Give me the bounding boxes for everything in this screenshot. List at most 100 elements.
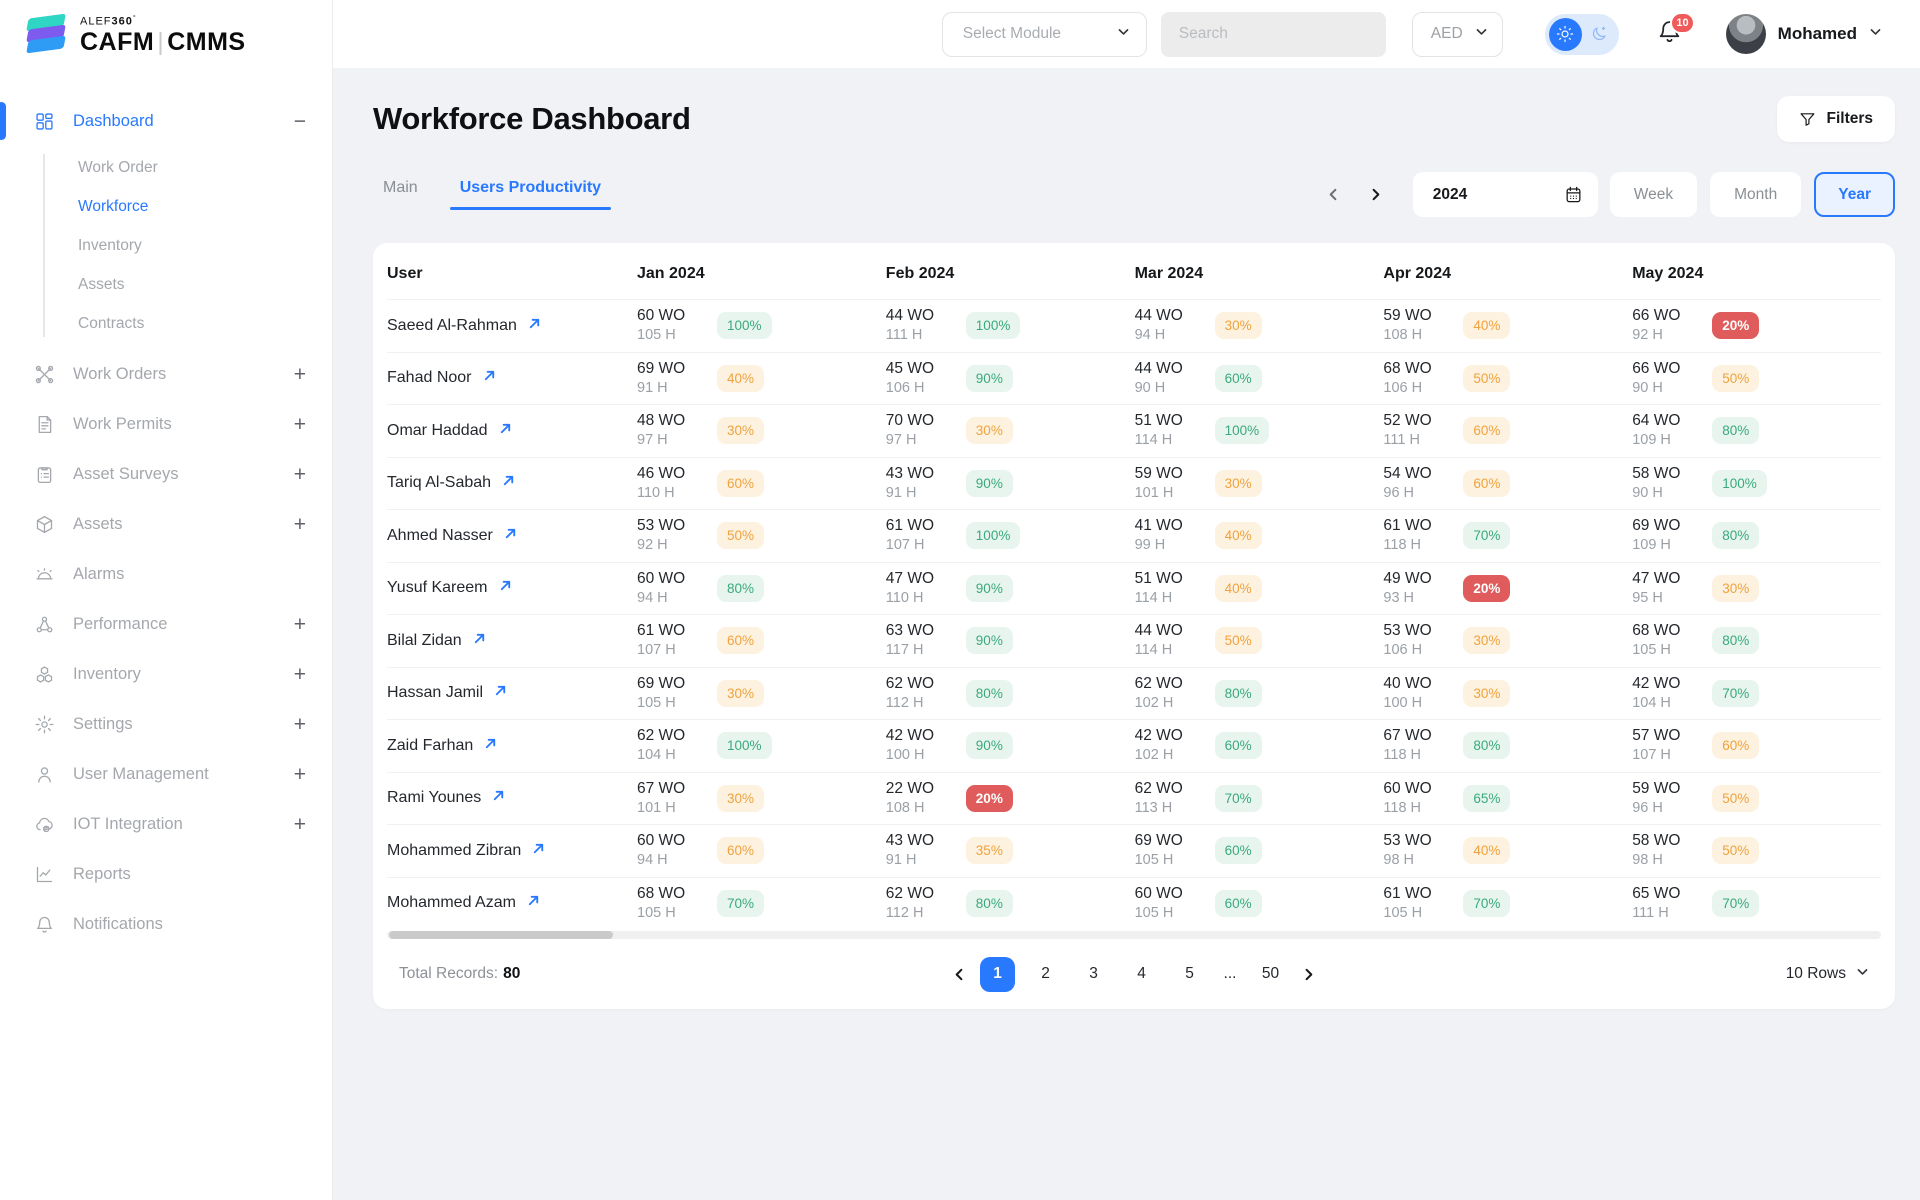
sidebar-item-work-orders[interactable]: Work Orders+: [0, 349, 332, 399]
work-orders-count: 62 WO: [637, 726, 701, 746]
external-link-arrow-icon: [493, 683, 508, 703]
sidebar-item-asset-surveys[interactable]: Asset Surveys +: [0, 449, 332, 499]
user-name: Tariq Al-Sabah: [387, 474, 491, 492]
collapse-minus-icon[interactable]: −: [294, 111, 306, 132]
expand-plus-icon[interactable]: +: [294, 764, 306, 785]
clipboard-icon: [33, 463, 55, 485]
previous-period-button[interactable]: [1319, 180, 1349, 210]
expand-plus-icon[interactable]: +: [294, 464, 306, 485]
expand-plus-icon[interactable]: +: [294, 714, 306, 735]
hours-count: 92 H: [637, 536, 701, 555]
sidebar-item-iot-integration[interactable]: IOT Integration+: [0, 799, 332, 849]
month-cell: 60 WO118 H65%: [1383, 779, 1632, 818]
productivity-badge: 30%: [1463, 680, 1510, 707]
theme-toggle[interactable]: [1545, 14, 1619, 55]
month-button[interactable]: Month: [1710, 172, 1801, 217]
productivity-badge: 80%: [717, 575, 764, 602]
sidebar-subitem-contracts[interactable]: Contracts: [78, 304, 332, 343]
sidebar-item-label: Assets: [73, 515, 276, 534]
notifications-bell-icon[interactable]: 10: [1657, 19, 1682, 49]
user-link-rami-younes[interactable]: Rami Younes: [387, 788, 637, 808]
table-row: Tariq Al-Sabah46 WO110 H60%43 WO91 H90%5…: [387, 457, 1881, 510]
work-orders-count: 69 WO: [637, 674, 701, 694]
year-button[interactable]: Year: [1814, 172, 1895, 217]
page-1-button[interactable]: 1: [980, 957, 1015, 992]
sidebar-item-label: Asset Surveys: [73, 465, 276, 484]
previous-page-button[interactable]: [952, 967, 967, 982]
dark-mode-moon-icon[interactable]: [1584, 19, 1614, 49]
external-link-arrow-icon: [498, 578, 513, 598]
page-3-button[interactable]: 3: [1076, 957, 1111, 992]
user-link-tariq-al-sabah[interactable]: Tariq Al-Sabah: [387, 473, 637, 493]
sidebar-item-work-permits[interactable]: Work Permits+: [0, 399, 332, 449]
sidebar-item-inventory[interactable]: Inventory+: [0, 649, 332, 699]
user-link-bilal-zidan[interactable]: Bilal Zidan: [387, 631, 637, 651]
sidebar-item-dashboard[interactable]: Dashboard−: [0, 96, 332, 146]
month-cell: 58 WO98 H50%: [1632, 831, 1881, 870]
scrollbar-thumb[interactable]: [389, 931, 613, 939]
column-header-apr-2024: Apr 2024: [1383, 265, 1632, 283]
tab-main[interactable]: Main: [383, 179, 418, 210]
hours-count: 105 H: [1135, 904, 1199, 923]
module-select-value: Select Module: [963, 25, 1061, 43]
week-button[interactable]: Week: [1610, 172, 1697, 217]
light-mode-sun-icon[interactable]: [1549, 18, 1582, 51]
page-50-button[interactable]: 50: [1253, 957, 1288, 992]
sidebar-item-performance[interactable]: Performance+: [0, 599, 332, 649]
sidebar-item-reports[interactable]: Reports: [0, 849, 332, 899]
hours-count: 111 H: [1383, 431, 1447, 450]
sidebar-item-notifications[interactable]: Notifications: [0, 899, 332, 949]
expand-plus-icon[interactable]: +: [294, 614, 306, 635]
user-link-omar-haddad[interactable]: Omar Haddad: [387, 421, 637, 441]
module-select-dropdown[interactable]: Select Module: [942, 12, 1147, 57]
user-link-ahmed-nasser[interactable]: Ahmed Nasser: [387, 526, 637, 546]
user-name: Mohammed Zibran: [387, 842, 521, 860]
productivity-badge: 20%: [1463, 575, 1510, 602]
brand-logo[interactable]: ALEF360° CAFM|CMMS: [0, 0, 332, 66]
hours-count: 102 H: [1135, 746, 1199, 765]
work-orders-count: 53 WO: [637, 516, 701, 536]
user-link-fahad-noor[interactable]: Fahad Noor: [387, 368, 637, 388]
sidebar-subitem-work-order[interactable]: Work Order: [78, 148, 332, 187]
next-page-button[interactable]: [1301, 967, 1316, 982]
hours-count: 90 H: [1135, 379, 1199, 398]
rows-per-page-dropdown[interactable]: 10 Rows: [1786, 965, 1869, 983]
page-4-button[interactable]: 4: [1124, 957, 1159, 992]
productivity-badge: 80%: [1712, 627, 1759, 654]
year-picker[interactable]: 2024: [1413, 172, 1598, 217]
sidebar-subitem-workforce[interactable]: Workforce: [78, 187, 332, 226]
gear-icon: [33, 713, 55, 735]
page-5-button[interactable]: 5: [1172, 957, 1207, 992]
user-link-mohammed-azam[interactable]: Mohammed Azam: [387, 893, 637, 913]
sidebar-item-label: Alarms: [73, 565, 306, 584]
user-menu[interactable]: Mohamed: [1726, 14, 1882, 54]
tab-users-productivity[interactable]: Users Productivity: [460, 179, 601, 210]
page-2-button[interactable]: 2: [1028, 957, 1063, 992]
expand-plus-icon[interactable]: +: [294, 414, 306, 435]
work-orders-count: 69 WO: [1632, 516, 1696, 536]
expand-plus-icon[interactable]: +: [294, 664, 306, 685]
sidebar-subitem-assets[interactable]: Assets: [78, 265, 332, 304]
sidebar-item-user-management[interactable]: User Management+: [0, 749, 332, 799]
work-orders-count: 58 WO: [1632, 464, 1696, 484]
expand-plus-icon[interactable]: +: [294, 364, 306, 385]
table-body: Saeed Al-Rahman60 WO105 H100%44 WO111 H1…: [387, 299, 1881, 929]
search-input[interactable]: [1161, 12, 1386, 57]
horizontal-scrollbar[interactable]: [387, 931, 1881, 939]
expand-plus-icon[interactable]: +: [294, 814, 306, 835]
sidebar-item-alarms[interactable]: Alarms: [0, 549, 332, 599]
user-link-mohammed-zibran[interactable]: Mohammed Zibran: [387, 841, 637, 861]
sidebar-item-settings[interactable]: Settings+: [0, 699, 332, 749]
user-link-saeed-al-rahman[interactable]: Saeed Al-Rahman: [387, 316, 637, 336]
user-link-zaid-farhan[interactable]: Zaid Farhan: [387, 736, 637, 756]
user-link-hassan-jamil[interactable]: Hassan Jamil: [387, 683, 637, 703]
sidebar-item-assets[interactable]: Assets +: [0, 499, 332, 549]
currency-dropdown[interactable]: AED: [1412, 12, 1503, 57]
filters-button[interactable]: Filters: [1777, 96, 1895, 142]
next-period-button[interactable]: [1361, 180, 1391, 210]
expand-plus-icon[interactable]: +: [294, 514, 306, 535]
month-cell: 47 WO110 H90%: [886, 569, 1135, 608]
productivity-badge: 50%: [1463, 365, 1510, 392]
user-link-yusuf-kareem[interactable]: Yusuf Kareem: [387, 578, 637, 598]
sidebar-subitem-inventory[interactable]: Inventory: [78, 226, 332, 265]
